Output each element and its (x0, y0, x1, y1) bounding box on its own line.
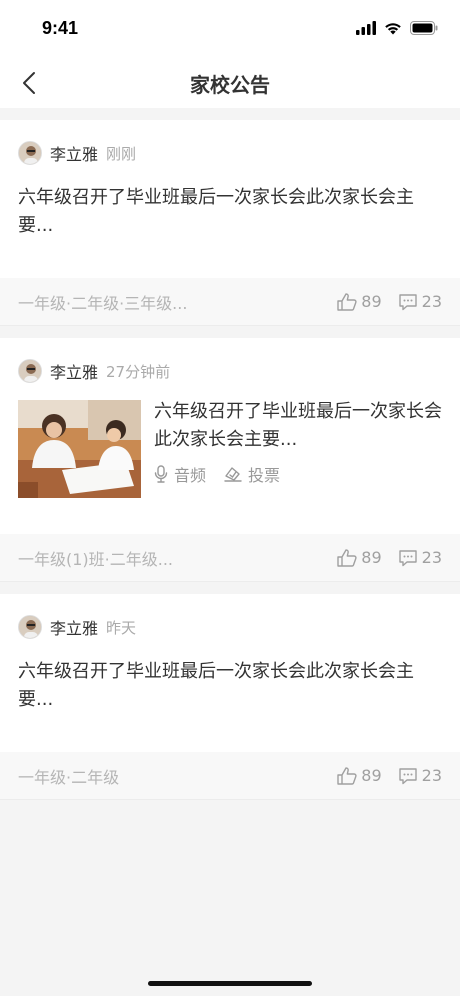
comment-count: 23 (421, 548, 442, 567)
post-card[interactable]: 李立雅 27分钟前 六年级召开了毕业班最后一次家长会此次家长会主要... 音频 … (0, 338, 460, 582)
thumbs-up-icon (337, 292, 357, 311)
post-card[interactable]: 李立雅 刚刚 六年级召开了毕业班最后一次家长会此次家长会主要... 一年级·二年… (0, 120, 460, 326)
post-time: 27分钟前 (106, 362, 171, 381)
comment-count: 23 (421, 766, 442, 785)
vote-icon (224, 467, 242, 482)
like-count: 89 (361, 292, 382, 311)
post-card[interactable]: 李立雅 昨天 六年级召开了毕业班最后一次家长会此次家长会主要... 一年级·二年… (0, 594, 460, 800)
home-indicator[interactable] (148, 981, 312, 986)
chevron-left-icon (23, 72, 35, 94)
nav-bar: 家校公告 (0, 58, 460, 108)
post-text: 六年级召开了毕业班最后一次家长会此次家长会主要... (154, 401, 442, 450)
class-tags: 一年级·二年级·三年级... (18, 293, 188, 313)
comment-button[interactable]: 23 (398, 766, 442, 785)
page-title: 家校公告 (190, 72, 270, 97)
post-footer: 一年级(1)班·二年级... 89 23 (0, 534, 460, 582)
thumbs-up-icon (337, 766, 357, 785)
post-footer: 一年级·二年级·三年级... 89 23 (0, 278, 460, 326)
back-button[interactable] (14, 68, 44, 98)
comment-button[interactable]: 23 (398, 548, 442, 567)
avatar (18, 359, 42, 383)
like-count: 89 (361, 548, 382, 567)
avatar (18, 141, 42, 165)
author-row: 李立雅 昨天 (0, 594, 460, 642)
post-footer: 一年级·二年级 89 23 (0, 752, 460, 800)
class-tags: 一年级·二年级 (18, 767, 120, 787)
comment-icon (398, 293, 417, 310)
audio-label: 音频 (174, 466, 207, 485)
author-name: 李立雅 (50, 363, 99, 382)
post-time: 昨天 (106, 618, 137, 637)
microphone-icon (154, 465, 168, 483)
attachments: 音频 投票 (154, 462, 442, 486)
author-name: 李立雅 (50, 145, 99, 164)
comment-count: 23 (421, 292, 442, 311)
audio-attachment[interactable]: 音频 (154, 462, 206, 486)
class-tags: 一年级(1)班·二年级... (18, 549, 174, 569)
wifi-icon (385, 23, 401, 35)
status-icons (356, 21, 438, 35)
battery-icon (410, 21, 438, 35)
comment-button[interactable]: 23 (398, 292, 442, 311)
vote-attachment[interactable]: 投票 (224, 462, 280, 486)
status-time: 9:41 (42, 18, 79, 38)
vote-label: 投票 (248, 466, 281, 485)
post-text: 六年级召开了毕业班最后一次家长会此次家长会主要... (18, 661, 414, 710)
like-count: 89 (361, 766, 382, 785)
post-text: 六年级召开了毕业班最后一次家长会此次家长会主要... (18, 187, 414, 236)
author-name: 李立雅 (50, 619, 99, 638)
comment-icon (398, 549, 417, 566)
like-button[interactable]: 89 (337, 292, 382, 311)
comment-icon (398, 767, 417, 784)
like-button[interactable]: 89 (337, 548, 382, 567)
status-bar: 9:41 (0, 0, 460, 58)
signal-icon (356, 21, 376, 35)
like-button[interactable]: 89 (337, 766, 382, 785)
avatar (18, 615, 42, 639)
media-content: 六年级召开了毕业班最后一次家长会此次家长会主要... 音频 投票 (154, 400, 442, 534)
post-thumbnail[interactable] (18, 400, 141, 498)
author-row: 李立雅 刚刚 (0, 120, 460, 168)
post-media-row: 六年级召开了毕业班最后一次家长会此次家长会主要... 音频 投票 (0, 386, 460, 534)
author-row: 李立雅 27分钟前 (0, 338, 460, 386)
post-time: 刚刚 (106, 144, 137, 163)
thumbs-up-icon (337, 548, 357, 567)
